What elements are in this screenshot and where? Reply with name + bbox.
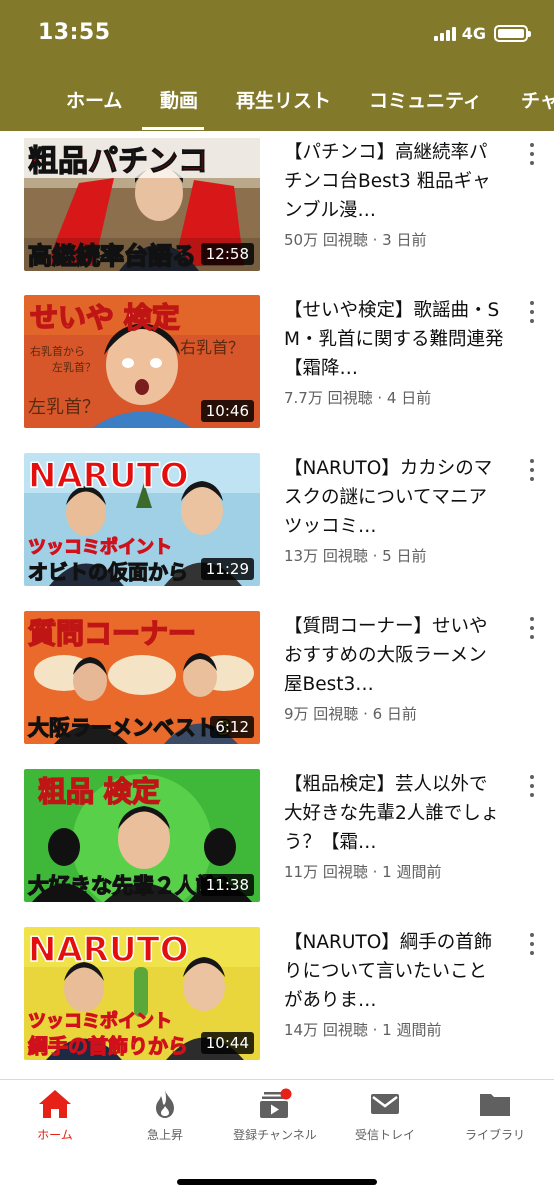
video-duration: 10:46	[200, 400, 254, 422]
thumb-caption: 右乳首から	[30, 344, 85, 358]
network-type: 4G	[461, 24, 486, 43]
tab-home[interactable]: ホーム	[66, 86, 122, 113]
nav-label: 登録チャンネル	[233, 1128, 317, 1142]
video-stats: 14万 回視聴 · 1 週間前	[284, 1021, 442, 1039]
video-duration: 12:58	[200, 243, 254, 265]
video-thumbnail[interactable]: NARUTO ツッコミポイント 綱手の首飾りから 10:44	[24, 927, 260, 1060]
home-icon	[39, 1090, 71, 1118]
thumb-caption: ツッコミポイント	[28, 536, 172, 558]
video-meta[interactable]: 【質問コーナー】せいやおすすめの大阪ラーメン屋Best3… 9万 回視聴 · 6…	[284, 612, 504, 724]
thumb-caption: オビトの仮面から	[28, 560, 188, 584]
nav-library[interactable]: ライブラリ	[440, 1088, 550, 1143]
thumb-caption: NARUTO	[28, 456, 189, 496]
thumb-caption: 粗品パチンコ	[28, 144, 208, 179]
video-title[interactable]: 【質問コーナー】せいやおすすめの大阪ラーメン屋Best3…	[284, 612, 504, 699]
video-item[interactable]: せいや 検定 右乳首から 左乳首？ 右乳首？ 左乳首？ 10:46 【せいや検定…	[0, 289, 554, 447]
more-options-icon[interactable]	[522, 299, 542, 325]
more-options-icon[interactable]	[522, 615, 542, 641]
video-thumbnail[interactable]: 粗品 検定 大好きな先輩２人誰？ 11:38	[24, 769, 260, 902]
tab-playlists[interactable]: 再生リスト	[236, 86, 331, 113]
nav-label: 受信トレイ	[354, 1128, 415, 1142]
thumb-caption: 質問コーナー	[28, 617, 196, 650]
nav-home[interactable]: ホーム	[0, 1088, 110, 1143]
video-list: 粗品パチンコ 高継続率台語る 12:58 【パチンコ】高継続率パチンコ台Best…	[0, 131, 554, 1079]
more-options-icon[interactable]	[522, 931, 542, 957]
thumb-caption: 粗品 検定	[38, 775, 160, 808]
subscriptions-icon	[260, 1088, 292, 1118]
channel-tabs: ホーム 動画 再生リスト コミュニティ チャ	[0, 70, 554, 131]
video-thumbnail[interactable]: 粗品パチンコ 高継続率台語る 12:58	[24, 138, 260, 271]
video-stats: 11万 回視聴 · 1 週間前	[284, 863, 442, 881]
battery-icon	[494, 25, 531, 42]
status-time: 13:55	[38, 20, 111, 45]
more-options-icon[interactable]	[522, 457, 542, 483]
video-stats: 9万 回視聴 · 6 日前	[284, 705, 417, 723]
video-title[interactable]: 【パチンコ】高継続率パチンコ台Best3 粗品ギャンブル漫…	[284, 138, 504, 225]
flame-icon	[156, 1090, 174, 1118]
nav-label: ホーム	[37, 1128, 73, 1142]
signal-icon	[433, 26, 456, 41]
video-stats: 13万 回視聴 · 5 日前	[284, 547, 427, 565]
video-stats: 50万 回視聴 · 3 日前	[284, 231, 427, 249]
nav-subscriptions[interactable]: 登録チャンネル	[220, 1088, 330, 1143]
video-thumbnail[interactable]: せいや 検定 右乳首から 左乳首？ 右乳首？ 左乳首？ 10:46	[24, 295, 260, 428]
video-title[interactable]: 【NARUTO】綱手の首飾りについて言いたいことがありま…	[284, 928, 504, 1015]
video-item[interactable]: 粗品 検定 大好きな先輩２人誰？ 11:38 【粗品検定】芸人以外で大好きな先輩…	[0, 763, 554, 921]
video-title[interactable]: 【せいや検定】歌謡曲・SM・乳首に関する難問連発【霜降…	[284, 296, 504, 383]
video-meta[interactable]: 【粗品検定】芸人以外で大好きな先輩2人誰でしょう？【霜… 11万 回視聴 · 1…	[284, 770, 504, 882]
video-duration: 11:38	[200, 874, 254, 896]
thumb-caption: 高継続率台語る	[28, 242, 196, 270]
tab-videos[interactable]: 動画	[160, 86, 198, 113]
video-meta[interactable]: 【パチンコ】高継続率パチンコ台Best3 粗品ギャンブル漫… 50万 回視聴 ·…	[284, 138, 504, 250]
active-tab-indicator	[142, 127, 204, 130]
video-item[interactable]: 粗品パチンコ 高継続率台語る 12:58 【パチンコ】高継続率パチンコ台Best…	[0, 131, 554, 289]
video-stats: 7.7万 回視聴 · 4 日前	[284, 389, 432, 407]
nav-label: 急上昇	[146, 1128, 183, 1142]
app-header: 13:55 4G ホーム 動画 再生リスト コミュニティ チャ	[0, 0, 554, 131]
thumb-caption: 左乳首？	[28, 397, 100, 418]
video-duration: 6:12	[210, 716, 254, 738]
video-title[interactable]: 【粗品検定】芸人以外で大好きな先輩2人誰でしょう？【霜…	[284, 770, 504, 857]
video-meta[interactable]: 【せいや検定】歌謡曲・SM・乳首に関する難問連発【霜降… 7.7万 回視聴 · …	[284, 296, 504, 408]
video-duration: 10:44	[200, 1032, 254, 1054]
video-thumbnail[interactable]: 質問コーナー 大阪ラーメンベスト3 6:12	[24, 611, 260, 744]
home-indicator[interactable]	[177, 1179, 377, 1185]
nav-trending[interactable]: 急上昇	[110, 1088, 220, 1143]
nav-inbox[interactable]: 受信トレイ	[330, 1088, 440, 1143]
thumb-caption: NARUTO	[28, 930, 189, 970]
video-thumbnail[interactable]: NARUTO ツッコミポイント オビトの仮面から 11:29	[24, 453, 260, 586]
status-bar: 13:55 4G	[0, 0, 554, 70]
thumb-caption: ツッコミポイント	[28, 1010, 172, 1032]
thumb-caption: 左乳首？	[52, 360, 96, 374]
video-item[interactable]: 質問コーナー 大阪ラーメンベスト3 6:12 【質問コーナー】せいやおすすめの大…	[0, 605, 554, 763]
video-meta[interactable]: 【NARUTO】カカシのマスクの謎についてマニアツッコミ… 13万 回視聴 · …	[284, 454, 504, 566]
tab-community[interactable]: コミュニティ	[369, 86, 482, 113]
status-icons: 4G	[433, 24, 531, 43]
video-item[interactable]: NARUTO ツッコミポイント 綱手の首飾りから 10:44 【NARUTO】綱…	[0, 921, 554, 1079]
folder-icon	[480, 1094, 510, 1116]
thumb-caption: せいや 検定	[30, 301, 180, 334]
thumb-caption: 綱手の首飾りから	[28, 1034, 188, 1058]
nav-label: ライブラリ	[464, 1128, 525, 1142]
tab-channels[interactable]: チャ	[521, 86, 554, 113]
more-options-icon[interactable]	[522, 773, 542, 799]
video-item[interactable]: NARUTO ツッコミポイント オビトの仮面から 11:29 【NARUTO】カ…	[0, 447, 554, 605]
thumb-caption: 大阪ラーメンベスト3	[28, 716, 231, 740]
video-meta[interactable]: 【NARUTO】綱手の首飾りについて言いたいことがありま… 14万 回視聴 · …	[284, 928, 504, 1040]
thumb-caption: 右乳首？	[180, 338, 244, 357]
inbox-icon	[371, 1094, 399, 1114]
video-duration: 11:29	[200, 558, 254, 580]
more-options-icon[interactable]	[522, 141, 542, 167]
video-title[interactable]: 【NARUTO】カカシのマスクの謎についてマニアツッコミ…	[284, 454, 504, 541]
